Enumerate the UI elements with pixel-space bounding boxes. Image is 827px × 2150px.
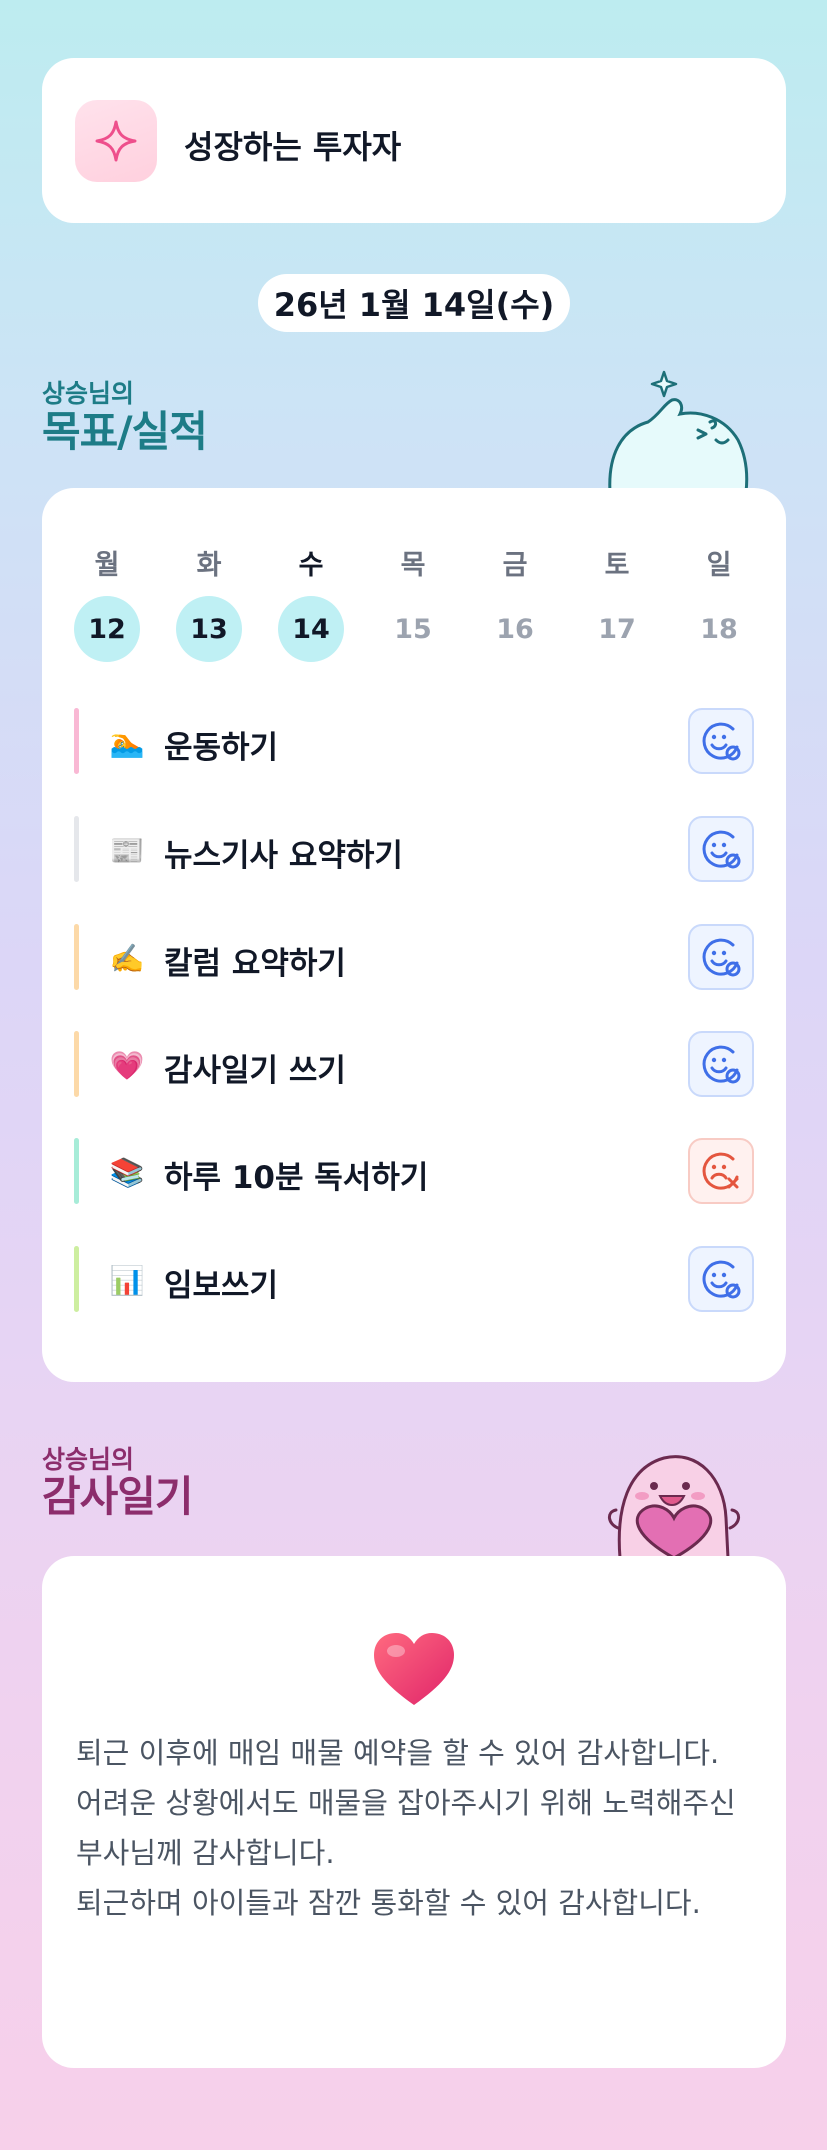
goal-status-done-button[interactable]: [688, 1246, 754, 1312]
goal-row[interactable]: ✍️ 칼럼 요약하기: [74, 924, 754, 990]
goal-row[interactable]: 🏊 운동하기: [74, 708, 754, 774]
calendar-day-18[interactable]: 18: [686, 596, 752, 662]
goal-label: 뉴스기사 요약하기: [164, 838, 403, 874]
smile-check-icon: [699, 827, 743, 871]
calendar-day-14[interactable]: 14: [278, 596, 344, 662]
diary-section-title: 감사일기: [42, 1472, 194, 1521]
smile-check-icon: [699, 1257, 743, 1301]
goal-status-done-button[interactable]: [688, 1031, 754, 1097]
goal-status-done-button[interactable]: [688, 816, 754, 882]
goal-emoji-icon: 💗: [109, 1048, 145, 1082]
smile-check-icon: [699, 935, 743, 979]
weekday-label: 월: [94, 550, 120, 581]
goal-color-bar: [74, 1246, 79, 1312]
goal-emoji-icon: 📊: [109, 1263, 145, 1297]
goal-status-fail-button[interactable]: [688, 1138, 754, 1204]
smile-check-icon: [699, 719, 743, 763]
goal-row[interactable]: 📚 하루 10분 독서하기: [74, 1138, 754, 1204]
goals-card: 월 12 화 13 수 14 목 15 금 16 토 17 일 18 🏊 운동하기 📰 뉴스기사 요약하기 ✍️ 칼…: [42, 488, 786, 1382]
calendar-day-16[interactable]: 16: [482, 596, 548, 662]
goal-status-done-button[interactable]: [688, 924, 754, 990]
weekday-label: 일: [706, 550, 732, 581]
mascot-cheer-illustration: [600, 362, 760, 496]
goal-status-done-button[interactable]: [688, 708, 754, 774]
calendar-day-17[interactable]: 17: [584, 596, 650, 662]
profile-card[interactable]: 성장하는 투자자: [42, 58, 786, 223]
goal-row[interactable]: 💗 감사일기 쓰기: [74, 1031, 754, 1097]
weekday-label: 수: [298, 550, 324, 581]
sad-x-icon: [699, 1149, 743, 1193]
goal-label: 하루 10분 독서하기: [164, 1160, 429, 1196]
goal-color-bar: [74, 924, 79, 990]
goal-color-bar: [74, 1031, 79, 1097]
profile-name: 성장하는 투자자: [184, 128, 402, 166]
weekday-label: 금: [502, 550, 528, 581]
goal-emoji-icon: 📰: [109, 833, 145, 867]
date-selector[interactable]: 26년 1월 14일(수): [258, 274, 570, 332]
goal-label: 운동하기: [164, 730, 279, 766]
diary-card: 퇴근 이후에 매임 매물 예약을 할 수 있어 감사합니다. 어려운 상황에서도…: [42, 1556, 786, 2068]
goal-emoji-icon: ✍️: [109, 941, 145, 975]
goal-emoji-icon: 📚: [109, 1155, 145, 1189]
goal-row[interactable]: 📰 뉴스기사 요약하기: [74, 816, 754, 882]
weekday-label: 화: [196, 550, 222, 581]
weekday-label: 목: [400, 550, 426, 581]
diary-entry-text: 퇴근 이후에 매임 매물 예약을 할 수 있어 감사합니다. 어려운 상황에서도…: [76, 1736, 736, 1920]
goal-label: 임보쓰기: [164, 1268, 279, 1304]
goal-label: 감사일기 쓰기: [164, 1053, 346, 1089]
weekday-label: 토: [604, 550, 630, 581]
heart-icon: [372, 1631, 456, 1711]
goal-emoji-icon: 🏊: [109, 725, 145, 759]
calendar-day-15[interactable]: 15: [380, 596, 446, 662]
calendar-day-12[interactable]: 12: [74, 596, 140, 662]
goal-color-bar: [74, 816, 79, 882]
goal-color-bar: [74, 708, 79, 774]
sparkle-icon: [75, 100, 157, 182]
calendar-day-13[interactable]: 13: [176, 596, 242, 662]
goal-row[interactable]: 📊 임보쓰기: [74, 1246, 754, 1312]
goal-label: 칼럼 요약하기: [164, 946, 346, 982]
goal-color-bar: [74, 1138, 79, 1204]
mascot-heart-illustration: [598, 1428, 758, 1562]
goals-section-title: 목표/실적: [42, 407, 208, 456]
smile-check-icon: [699, 1042, 743, 1086]
